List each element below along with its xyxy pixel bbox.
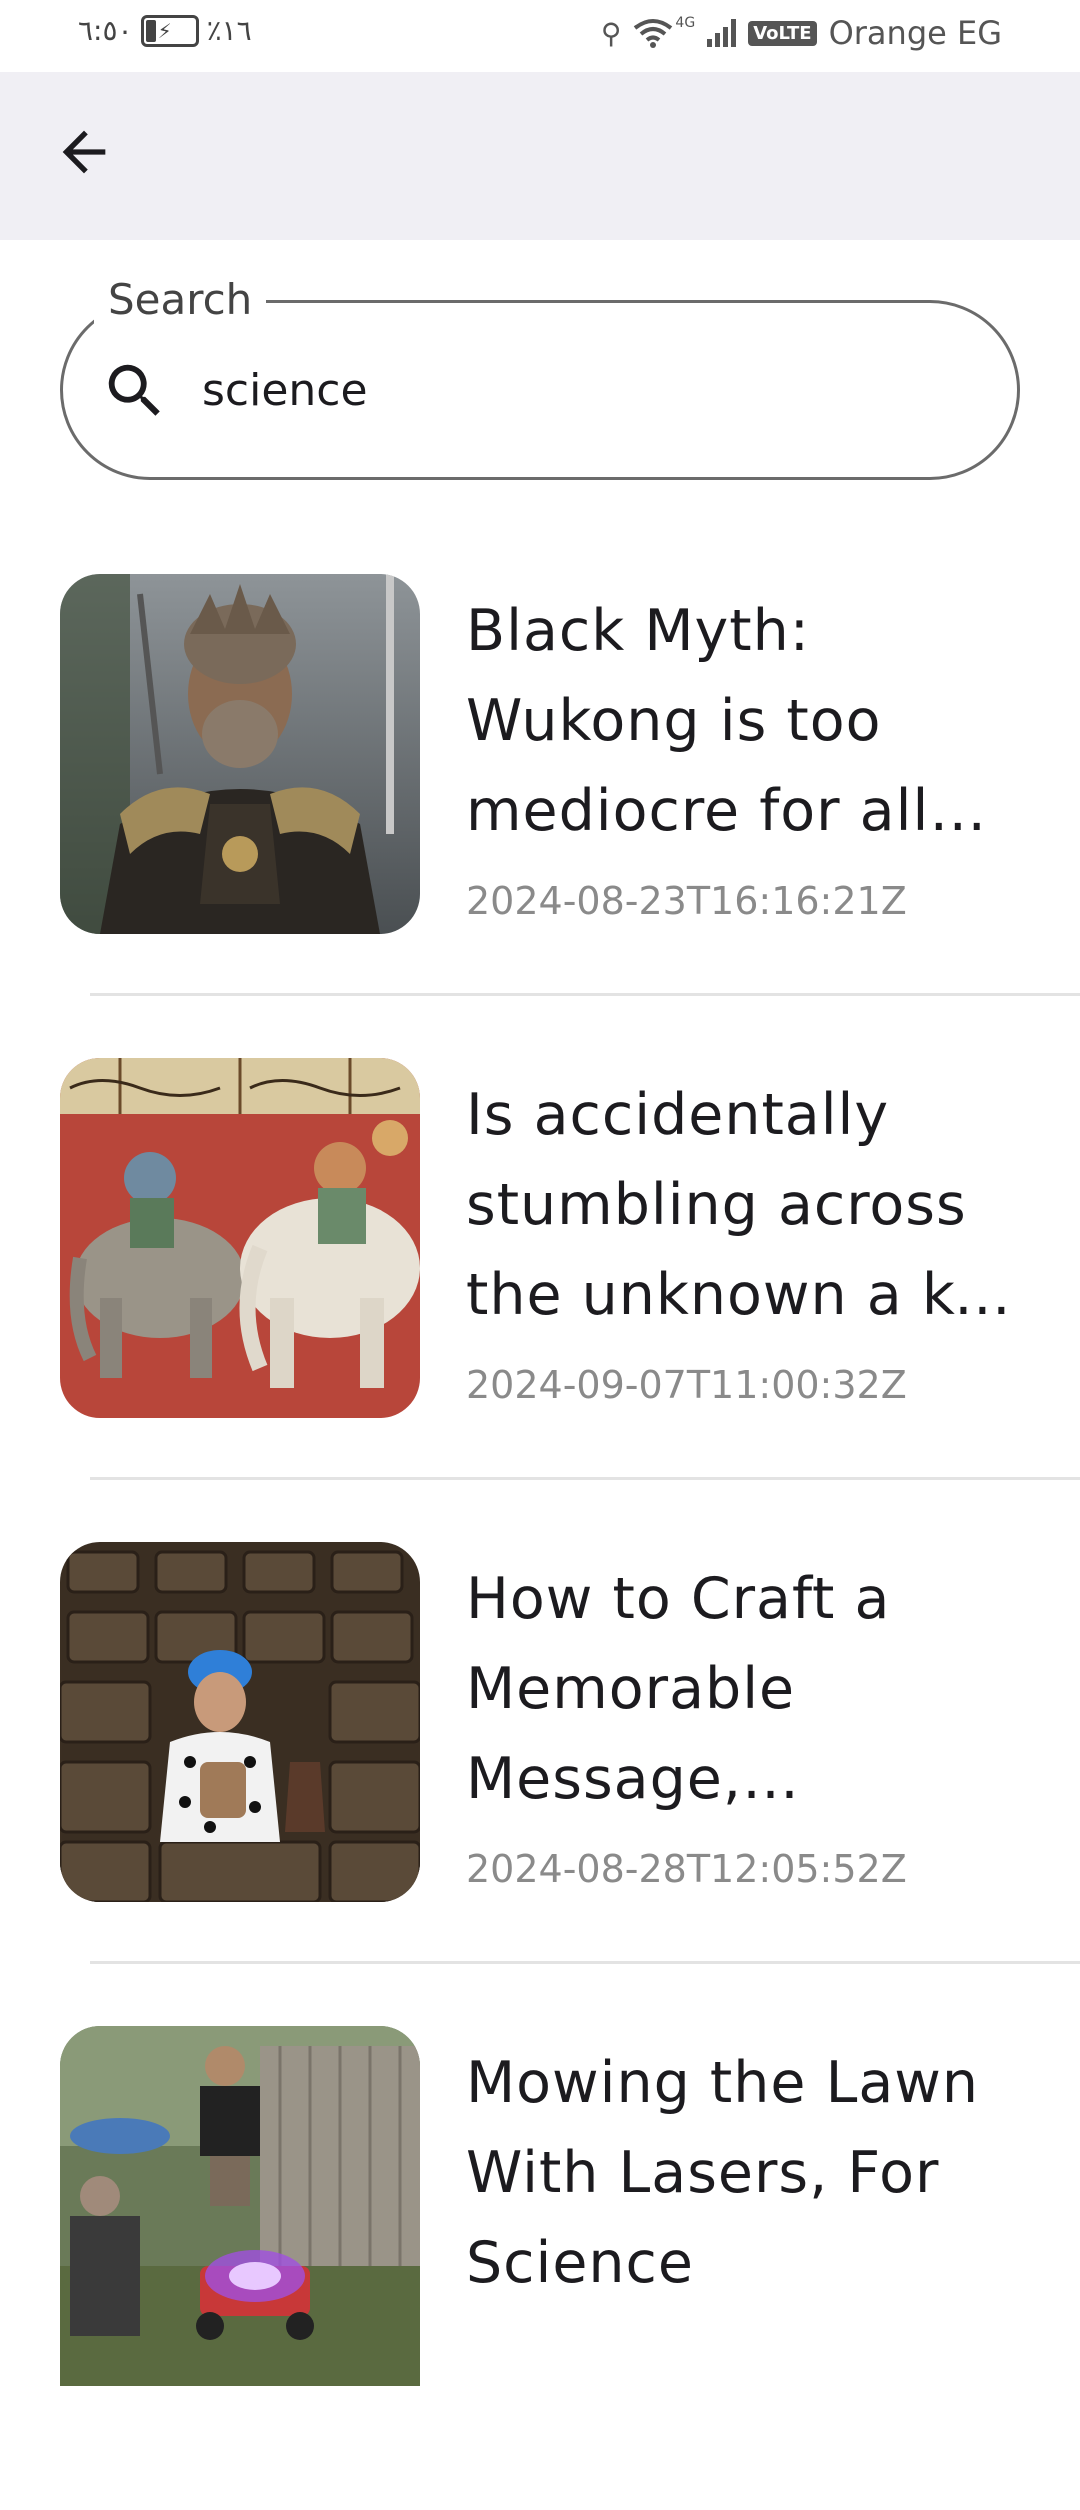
battery-icon: ⚡ [140, 14, 199, 47]
list-item[interactable]: Black Myth: Wukong is too mediocre for a… [0, 574, 1080, 1058]
signal-icon [707, 19, 737, 47]
search-input[interactable] [202, 352, 962, 428]
carrier-name: Orange EG [828, 14, 1002, 52]
article-title: Is accidentally stumbling across the unk… [466, 1082, 1025, 1328]
wifi-icon [634, 19, 673, 48]
arrow-back-icon [62, 130, 106, 174]
list-divider [90, 993, 1080, 996]
volte-badge: VoLTE [748, 20, 817, 46]
status-right: ⚲ 4G VoLTE Orange EG [601, 14, 1002, 52]
article-thumbnail [60, 2026, 420, 2386]
status-left: ٦:٥٠ ⚡ ٪١٦ [78, 14, 252, 47]
search-field[interactable]: Search [60, 274, 1020, 480]
result-list: Black Myth: Wukong is too mediocre for a… [0, 574, 1080, 2510]
article-date: 2024-08-23T16:16:21Z [466, 879, 907, 923]
list-divider [90, 1477, 1080, 1480]
app-bar [0, 72, 1080, 240]
usb-icon: ⚲ [600, 16, 622, 50]
article-thumbnail [60, 1542, 420, 1902]
list-divider [90, 1961, 1080, 1964]
status-time: ٦:٥٠ [78, 14, 133, 47]
article-thumbnail [60, 1058, 420, 1418]
search-icon [108, 364, 160, 416]
article-thumbnail [60, 574, 420, 934]
network-type: 4G [675, 15, 696, 31]
list-item[interactable]: Is accidentally stumbling across the unk… [0, 1058, 1080, 1542]
search-label: Search [94, 274, 267, 326]
list-item[interactable]: Mowing the Lawn With Lasers, For Science [0, 2026, 1080, 2510]
list-item[interactable]: How to Craft a Memorable Message, Accord… [0, 1542, 1080, 2026]
article-title: Mowing the Lawn With Lasers, For Science [466, 2050, 980, 2296]
back-button[interactable] [44, 112, 124, 192]
article-title: How to Craft a Memorable Message, Accord… [466, 1566, 891, 1812]
battery-level: ٪١٦ [206, 14, 252, 47]
article-date: 2024-09-07T11:00:32Z [466, 1363, 907, 1407]
article-date: 2024-08-28T12:05:52Z [466, 1847, 907, 1891]
status-bar: ٦:٥٠ ⚡ ٪١٦ ⚲ 4G VoLTE Orange EG [0, 0, 1080, 72]
article-title: Black Myth: Wukong is too mediocre for a… [466, 598, 930, 844]
